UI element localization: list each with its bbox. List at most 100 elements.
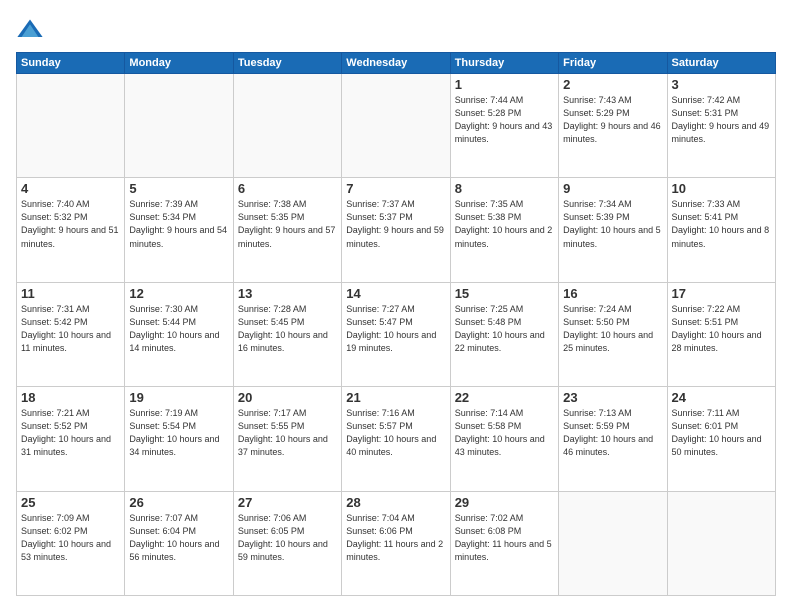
day-info: Sunrise: 7:42 AM Sunset: 5:31 PM Dayligh… (672, 94, 771, 146)
calendar-week-4: 25Sunrise: 7:09 AM Sunset: 6:02 PM Dayli… (17, 491, 776, 595)
calendar-cell: 2Sunrise: 7:43 AM Sunset: 5:29 PM Daylig… (559, 74, 667, 178)
calendar-cell: 3 Sunrise: 7:42 AM Sunset: 5:31 PM Daylig… (667, 74, 775, 178)
day-info: Sunrise: 7:13 AM Sunset: 5:59 PM Dayligh… (563, 407, 662, 459)
day-number: 2 (563, 77, 662, 92)
day-info: Sunrise: 7:02 AM Sunset: 6:08 PM Dayligh… (455, 512, 554, 564)
day-number: 12 (129, 286, 228, 301)
day-header-sunday: Sunday (17, 53, 125, 74)
day-info: Sunrise: 7:27 AM Sunset: 5:47 PM Dayligh… (346, 303, 445, 355)
calendar-table: SundayMondayTuesdayWednesdayThursdayFrid… (16, 52, 776, 596)
day-number: 20 (238, 390, 337, 405)
calendar-cell: 12 Sunrise: 7:30 AM Sunset: 5:44 PM Dayli… (125, 282, 233, 386)
day-header-friday: Friday (559, 53, 667, 74)
day-info: Sunrise: 7:34 AM Sunset: 5:39 PM Dayligh… (563, 198, 662, 250)
day-info: Sunrise: 7:33 AM Sunset: 5:41 PM Dayligh… (672, 198, 771, 250)
day-info: Sunrise: 7:04 AM Sunset: 6:06 PM Dayligh… (346, 512, 445, 564)
day-number: 14 (346, 286, 445, 301)
calendar-cell: 26 Sunrise: 7:07 AM Sunset: 6:04 PM Dayli… (125, 491, 233, 595)
calendar-cell: 7 Sunrise: 7:37 AM Sunset: 5:37 PM Daylig… (342, 178, 450, 282)
calendar-cell: 18Sunrise: 7:21 AM Sunset: 5:52 PM Dayli… (17, 387, 125, 491)
calendar-cell: 25Sunrise: 7:09 AM Sunset: 6:02 PM Dayli… (17, 491, 125, 595)
calendar-cell: 6Sunrise: 7:38 AM Sunset: 5:35 PM Daylig… (233, 178, 341, 282)
day-number: 3 (672, 77, 771, 92)
calendar-week-3: 18Sunrise: 7:21 AM Sunset: 5:52 PM Dayli… (17, 387, 776, 491)
logo-icon (16, 16, 44, 44)
calendar-cell (125, 74, 233, 178)
day-info: Sunrise: 7:06 AM Sunset: 6:05 PM Dayligh… (238, 512, 337, 564)
day-number: 26 (129, 495, 228, 510)
day-info: Sunrise: 7:24 AM Sunset: 5:50 PM Dayligh… (563, 303, 662, 355)
calendar-cell: 23 Sunrise: 7:13 AM Sunset: 5:59 PM Dayli… (559, 387, 667, 491)
calendar-week-2: 11Sunrise: 7:31 AM Sunset: 5:42 PM Dayli… (17, 282, 776, 386)
calendar-cell (667, 491, 775, 595)
day-info: Sunrise: 7:30 AM Sunset: 5:44 PM Dayligh… (129, 303, 228, 355)
day-number: 13 (238, 286, 337, 301)
day-number: 21 (346, 390, 445, 405)
day-info: Sunrise: 7:22 AM Sunset: 5:51 PM Dayligh… (672, 303, 771, 355)
calendar-cell: 13 Sunrise: 7:28 AM Sunset: 5:45 PM Dayli… (233, 282, 341, 386)
day-number: 22 (455, 390, 554, 405)
day-number: 29 (455, 495, 554, 510)
calendar-cell (17, 74, 125, 178)
calendar-cell: 20 Sunrise: 7:17 AM Sunset: 5:55 PM Dayli… (233, 387, 341, 491)
day-info: Sunrise: 7:25 AM Sunset: 5:48 PM Dayligh… (455, 303, 554, 355)
day-number: 27 (238, 495, 337, 510)
calendar-cell: 5 Sunrise: 7:39 AM Sunset: 5:34 PM Daylig… (125, 178, 233, 282)
day-info: Sunrise: 7:39 AM Sunset: 5:34 PM Dayligh… (129, 198, 228, 250)
day-info: Sunrise: 7:40 AM Sunset: 5:32 PM Dayligh… (21, 198, 120, 250)
day-number: 11 (21, 286, 120, 301)
day-info: Sunrise: 7:11 AM Sunset: 6:01 PM Dayligh… (672, 407, 771, 459)
day-info: Sunrise: 7:35 AM Sunset: 5:38 PM Dayligh… (455, 198, 554, 250)
calendar-cell: 4 Sunrise: 7:40 AM Sunset: 5:32 PM Daylig… (17, 178, 125, 282)
day-number: 4 (21, 181, 120, 196)
day-header-tuesday: Tuesday (233, 53, 341, 74)
day-info: Sunrise: 7:19 AM Sunset: 5:54 PM Dayligh… (129, 407, 228, 459)
calendar-cell: 15 Sunrise: 7:25 AM Sunset: 5:48 PM Dayli… (450, 282, 558, 386)
calendar-cell (342, 74, 450, 178)
calendar-cell: 1 Sunrise: 7:44 AM Sunset: 5:28 PM Daylig… (450, 74, 558, 178)
calendar-cell (233, 74, 341, 178)
calendar-week-0: 1 Sunrise: 7:44 AM Sunset: 5:28 PM Daylig… (17, 74, 776, 178)
day-number: 15 (455, 286, 554, 301)
calendar-cell: 27 Sunrise: 7:06 AM Sunset: 6:05 PM Dayli… (233, 491, 341, 595)
day-header-monday: Monday (125, 53, 233, 74)
day-info: Sunrise: 7:38 AM Sunset: 5:35 PM Dayligh… (238, 198, 337, 250)
day-header-thursday: Thursday (450, 53, 558, 74)
day-info: Sunrise: 7:28 AM Sunset: 5:45 PM Dayligh… (238, 303, 337, 355)
day-number: 10 (672, 181, 771, 196)
calendar-cell (559, 491, 667, 595)
day-header-saturday: Saturday (667, 53, 775, 74)
calendar-cell: 19 Sunrise: 7:19 AM Sunset: 5:54 PM Dayli… (125, 387, 233, 491)
day-number: 28 (346, 495, 445, 510)
day-number: 23 (563, 390, 662, 405)
calendar-cell: 21 Sunrise: 7:16 AM Sunset: 5:57 PM Dayli… (342, 387, 450, 491)
day-info: Sunrise: 7:16 AM Sunset: 5:57 PM Dayligh… (346, 407, 445, 459)
day-info: Sunrise: 7:07 AM Sunset: 6:04 PM Dayligh… (129, 512, 228, 564)
day-number: 7 (346, 181, 445, 196)
day-info: Sunrise: 7:44 AM Sunset: 5:28 PM Dayligh… (455, 94, 554, 146)
day-number: 25 (21, 495, 120, 510)
header (16, 16, 776, 44)
calendar-cell: 24Sunrise: 7:11 AM Sunset: 6:01 PM Dayli… (667, 387, 775, 491)
day-info: Sunrise: 7:14 AM Sunset: 5:58 PM Dayligh… (455, 407, 554, 459)
calendar-cell: 14 Sunrise: 7:27 AM Sunset: 5:47 PM Dayli… (342, 282, 450, 386)
calendar-header-row: SundayMondayTuesdayWednesdayThursdayFrid… (17, 53, 776, 74)
calendar-cell: 28 Sunrise: 7:04 AM Sunset: 6:06 PM Dayli… (342, 491, 450, 595)
day-number: 16 (563, 286, 662, 301)
calendar-week-1: 4 Sunrise: 7:40 AM Sunset: 5:32 PM Daylig… (17, 178, 776, 282)
day-number: 5 (129, 181, 228, 196)
day-header-wednesday: Wednesday (342, 53, 450, 74)
calendar-cell: 9Sunrise: 7:34 AM Sunset: 5:39 PM Daylig… (559, 178, 667, 282)
day-number: 8 (455, 181, 554, 196)
calendar-cell: 8 Sunrise: 7:35 AM Sunset: 5:38 PM Daylig… (450, 178, 558, 282)
calendar-cell: 22 Sunrise: 7:14 AM Sunset: 5:58 PM Dayli… (450, 387, 558, 491)
day-info: Sunrise: 7:37 AM Sunset: 5:37 PM Dayligh… (346, 198, 445, 250)
day-info: Sunrise: 7:17 AM Sunset: 5:55 PM Dayligh… (238, 407, 337, 459)
day-number: 1 (455, 77, 554, 92)
calendar-cell: 29 Sunrise: 7:02 AM Sunset: 6:08 PM Dayli… (450, 491, 558, 595)
page: SundayMondayTuesdayWednesdayThursdayFrid… (0, 0, 792, 612)
day-number: 17 (672, 286, 771, 301)
day-number: 18 (21, 390, 120, 405)
day-number: 19 (129, 390, 228, 405)
logo (16, 16, 48, 44)
